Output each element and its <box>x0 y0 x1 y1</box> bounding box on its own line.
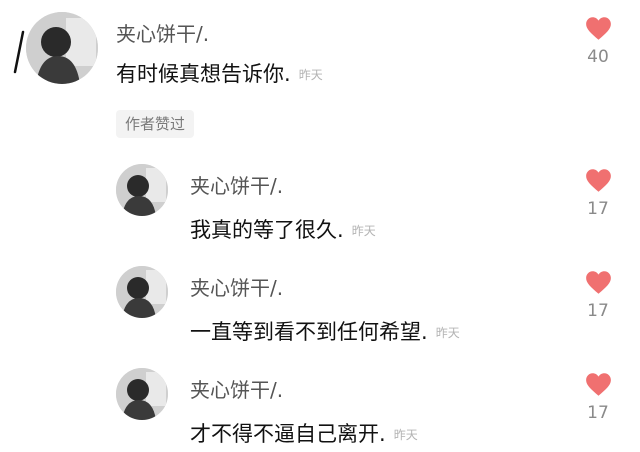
avatar[interactable] <box>26 12 98 84</box>
comment-time: 昨天 <box>298 68 323 82</box>
heart-icon <box>585 17 611 40</box>
like-count: 17 <box>587 199 609 219</box>
author-liked-badge: 作者赞过 <box>116 110 195 138</box>
pen-stroke-mark <box>13 30 25 74</box>
reply-author[interactable]: 夹心饼干/. <box>190 272 283 301</box>
reply-text[interactable]: 一直等到看不到任何希望. 昨天 <box>190 316 460 346</box>
avatar[interactable] <box>116 164 168 216</box>
reply-time: 昨天 <box>435 326 460 340</box>
like-button[interactable]: 17 <box>578 270 618 321</box>
reply-body: 我真的等了很久. <box>190 218 344 242</box>
like-button[interactable]: 40 <box>578 16 618 67</box>
comment-author[interactable]: 夹心饼干/. <box>116 18 209 47</box>
reply-author[interactable]: 夹心饼干/. <box>190 170 283 199</box>
reply-text[interactable]: 才不得不逼自己离开. 昨天 <box>190 418 418 448</box>
like-count: 17 <box>587 301 609 321</box>
like-count: 40 <box>587 47 609 67</box>
reply-author[interactable]: 夹心饼干/. <box>190 374 283 403</box>
like-button[interactable]: 17 <box>578 372 618 423</box>
comment-text[interactable]: 有时候真想告诉你. 昨天 <box>116 58 323 88</box>
like-count: 17 <box>587 403 609 423</box>
heart-icon <box>585 169 611 192</box>
reply-body: 一直等到看不到任何希望. <box>190 320 428 344</box>
heart-icon <box>585 373 611 396</box>
reply-text[interactable]: 我真的等了很久. 昨天 <box>190 214 376 244</box>
avatar[interactable] <box>116 266 168 318</box>
heart-icon <box>585 271 611 294</box>
avatar[interactable] <box>116 368 168 420</box>
reply-time: 昨天 <box>351 224 376 238</box>
reply-body: 才不得不逼自己离开. <box>190 422 386 446</box>
reply-time: 昨天 <box>393 428 418 442</box>
like-button[interactable]: 17 <box>578 168 618 219</box>
comment-body: 有时候真想告诉你. <box>116 62 291 86</box>
